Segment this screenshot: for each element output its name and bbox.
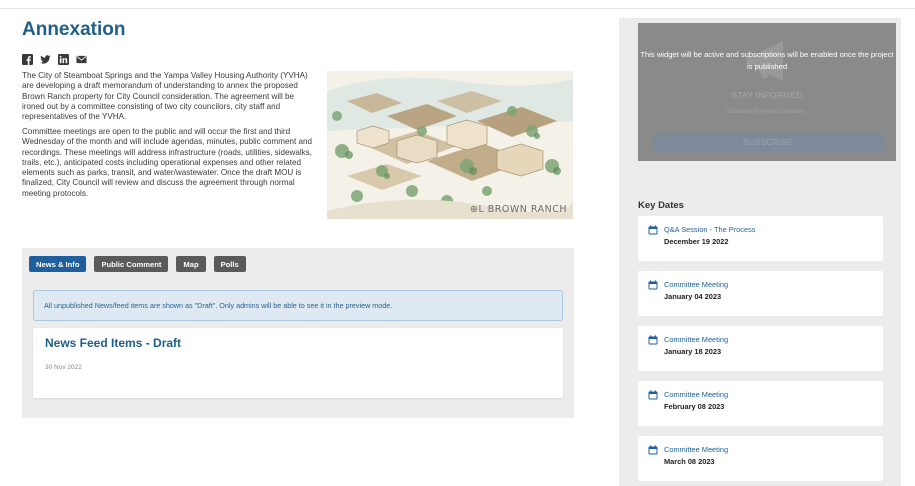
feed-date: 30 Nov 2022 [45,364,82,371]
intro-paragraph: The City of Steamboat Springs and the Ya… [22,71,308,122]
key-date-item[interactable]: Committee Meeting February 08 2023 [638,381,883,426]
calendar-icon [648,225,658,235]
widget-message: This widget will be active and subscript… [640,50,894,71]
key-date-item[interactable]: Committee Meeting January 18 2023 [638,326,883,371]
social-share-bar [22,53,574,65]
key-dates-heading: Key Dates [638,200,684,211]
facebook-icon[interactable] [22,53,33,65]
key-date-name[interactable]: Q&A Session - The Process [664,225,755,234]
key-date-value: March 08 2023 [664,457,715,466]
tab-map[interactable]: Map [176,256,206,272]
tab-bar: News & Info Public Comment Map Polls [29,256,246,272]
tab-news-info[interactable]: News & Info [29,256,87,272]
tab-public-comment[interactable]: Public Comment [94,256,169,272]
news-feed-card[interactable]: News Feed Items - Draft 30 Nov 2022 [33,328,563,398]
hero-image: ⊕L BROWN RANCH [327,71,573,219]
logo-mark-icon: ⊕ [470,204,479,215]
key-date-name[interactable]: Committee Meeting [664,445,728,454]
key-date-value: January 18 2023 [664,347,722,356]
feed-title[interactable]: News Feed Items - Draft [45,336,181,350]
subscribe-widget: This widget will be active and subscript… [638,23,896,161]
linkedin-icon[interactable] [58,53,69,65]
subscribe-button[interactable]: SUBSCRIBE [653,133,883,151]
intro-text: The City of Steamboat Springs and the Ya… [22,71,314,204]
brown-ranch-illustration [327,71,573,219]
page-title: Annexation [22,19,126,40]
main-content: Annexation The City of Steamboat Springs… [22,18,574,418]
intro-section: The City of Steamboat Springs and the Ya… [22,71,574,229]
stay-informed-heading: STAY INFORMED [731,90,803,100]
key-date-item[interactable]: Committee Meeting March 08 2023 [638,436,883,481]
key-date-item[interactable]: Q&A Session - The Process December 19 20… [638,216,883,261]
stay-informed-subtitle: Subscribe for project updates - [726,109,808,115]
email-icon[interactable] [76,54,87,65]
draft-notice: All unpublished News/feed items are show… [33,290,563,321]
calendar-icon [648,280,658,290]
tabs-panel: News & Info Public Comment Map Polls All… [22,248,574,418]
hero-logo-text: BROWN RANCH [487,204,567,215]
tab-polls[interactable]: Polls [213,256,246,272]
key-date-item[interactable]: Committee Meeting January 04 2023 [638,271,883,316]
calendar-icon [648,335,658,345]
intro-paragraph: Committee meetings are open to the publi… [22,126,313,198]
key-date-name[interactable]: Committee Meeting [664,335,728,344]
brown-ranch-logo: ⊕L BROWN RANCH [470,204,567,215]
key-date-name[interactable]: Committee Meeting [664,390,728,399]
key-date-name[interactable]: Committee Meeting [664,280,728,289]
calendar-icon [648,445,658,455]
sidebar: This widget will be active and subscript… [619,18,901,486]
key-date-value: February 08 2023 [664,402,725,411]
twitter-icon[interactable] [40,54,51,65]
key-date-value: December 19 2022 [664,237,729,246]
key-date-value: January 04 2023 [664,292,722,301]
calendar-icon [648,390,658,400]
top-divider [0,8,915,9]
